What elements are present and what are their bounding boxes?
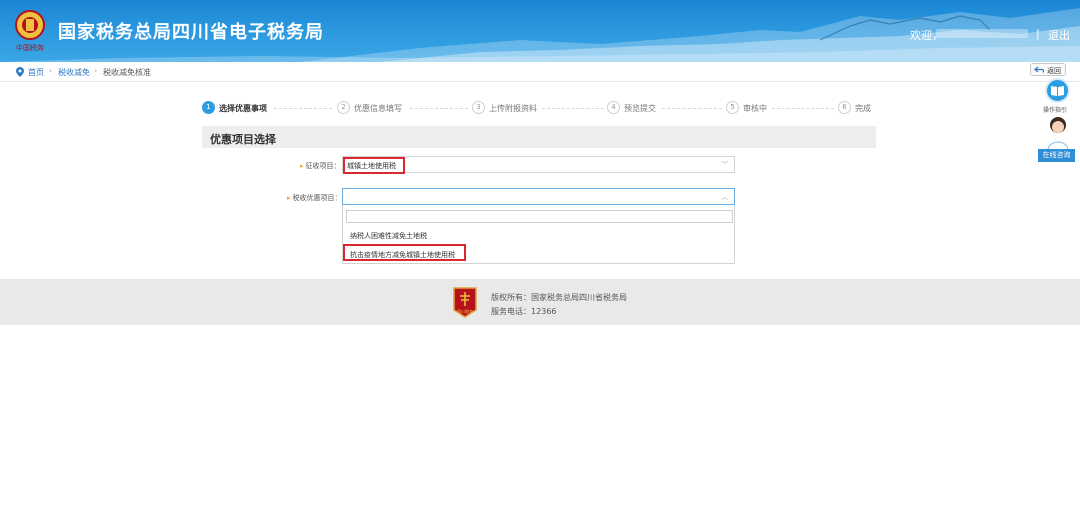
- tax-pref-label: ▸ 税收优惠项目：: [287, 194, 342, 202]
- step-number: 5: [726, 101, 739, 114]
- required-marker: ▸: [287, 194, 291, 202]
- svg-text:四川税务: 四川税务: [457, 308, 473, 314]
- footer: 四川税务 版权所有：国家税务总局四川省税务局 服务电话：12366: [0, 279, 1080, 325]
- highlight-box-levy: [343, 157, 405, 174]
- step-connector: [772, 108, 834, 109]
- step-connector: [542, 108, 604, 109]
- return-arrow-icon: [1034, 66, 1045, 73]
- breadcrumb-home[interactable]: 首页: [28, 67, 44, 78]
- breadcrumb: 首页 › 税收减免 › 税收减免核准: [0, 62, 1080, 82]
- step-number: 1: [202, 101, 215, 114]
- user-name-blurred: [936, 29, 1028, 38]
- breadcrumb-separator: ›: [49, 66, 53, 75]
- step-label: 审核中: [743, 104, 767, 113]
- tax-pref-select[interactable]: ︿: [342, 188, 735, 205]
- breadcrumb-tax-relief[interactable]: 税收减免: [58, 67, 90, 78]
- online-advisor-avatar[interactable]: [1044, 113, 1072, 151]
- svg-text:中国税务: 中国税务: [16, 43, 44, 52]
- site-title: 国家税务总局四川省电子税务局: [58, 22, 324, 43]
- back-button-label: 返回: [1047, 67, 1061, 75]
- chevron-down-icon: ﹀: [721, 161, 728, 169]
- step-label: 上传附报资料: [489, 104, 537, 113]
- footer-phone: 服务电话：12366: [491, 307, 557, 316]
- dropdown-search-input[interactable]: [346, 210, 733, 223]
- levy-item-label: ▸ 征收项目：: [300, 162, 341, 170]
- location-pin-icon: [16, 67, 24, 77]
- breadcrumb-separator: ›: [94, 66, 98, 75]
- step-number: 2: [337, 101, 350, 114]
- step-number: 4: [607, 101, 620, 114]
- breadcrumb-current: 税收减免核准: [103, 68, 151, 77]
- logout-link[interactable]: 退出: [1048, 27, 1070, 43]
- section-title: 优惠项目选择: [210, 133, 276, 146]
- sichuan-tax-logo: 四川税务: [453, 287, 477, 318]
- guide-book-icon[interactable]: [1045, 78, 1070, 103]
- required-marker: ▸: [300, 162, 304, 170]
- step-connector: [274, 108, 332, 109]
- step-label: 预览提交: [624, 104, 656, 113]
- step-number: 6: [838, 101, 851, 114]
- tax-emblem-logo: 中国税务: [15, 10, 45, 52]
- back-button[interactable]: 返回: [1030, 63, 1066, 76]
- step-label: 优惠信息填写: [354, 104, 402, 113]
- chevron-up-icon: ︿: [721, 193, 728, 201]
- header-separator: |: [1036, 27, 1040, 40]
- top-header: 中国税务 国家税务总局四川省电子税务局 欢迎， | 退出: [0, 0, 1080, 62]
- step-number: 3: [472, 101, 485, 114]
- online-consult-button[interactable]: 在线咨询: [1038, 149, 1075, 162]
- step-connector: [662, 108, 722, 109]
- footer-copyright: 版权所有：国家税务总局四川省税务局: [491, 293, 627, 302]
- dropdown-option[interactable]: 纳税人困难性减免土地税: [350, 231, 427, 241]
- step-connector: [410, 108, 468, 109]
- step-label: 完成: [855, 104, 871, 113]
- step-label: 选择优惠事项: [219, 104, 267, 113]
- section-header: 优惠项目选择: [202, 126, 876, 148]
- highlight-box-option: [343, 244, 466, 261]
